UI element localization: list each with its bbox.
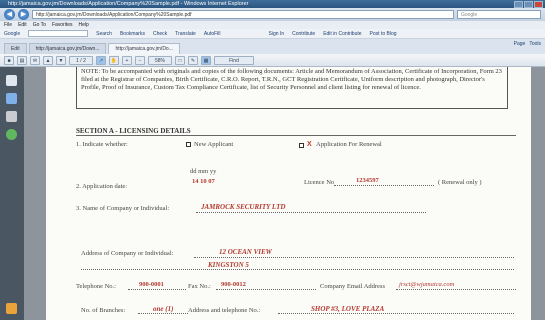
application-date-value[interactable]: 14 10 07 xyxy=(192,178,215,185)
post-to-blog-button[interactable]: Post to Blog xyxy=(370,31,397,37)
tab-bar: Edit http://jamaica.gov.jm/Down... http:… xyxy=(0,39,545,54)
company-name-value[interactable]: JAMROCK SECURITY LTD xyxy=(201,203,285,211)
document-note: NOTE: To be accompanied with originals a… xyxy=(76,67,508,109)
pdf-toolbar: ■ ▤ ✉ ▲ ▼ 1 / 2 ↗ ✋ + − 58% □ ✎ ▦ Find xyxy=(0,54,545,67)
navigation-panel xyxy=(0,67,24,320)
close-button[interactable] xyxy=(534,1,543,8)
new-applicant-checkbox[interactable] xyxy=(186,142,191,147)
google-check-button[interactable]: Check xyxy=(153,31,167,37)
new-applicant-label: New Applicant xyxy=(194,141,234,148)
security-icon[interactable] xyxy=(6,303,17,314)
tools-menu-button[interactable]: Tools xyxy=(529,41,541,47)
address-line1-underline xyxy=(194,257,514,258)
renewal-label: Application For Renewal xyxy=(316,141,382,148)
forward-arrow-icon[interactable]: ▶ xyxy=(18,9,29,20)
email-label: Company Email Address xyxy=(320,283,385,290)
comments-icon[interactable] xyxy=(6,129,17,140)
window-title: http://jamaica.gov.jm/Downloads/Applicat… xyxy=(8,1,249,7)
google-search-button[interactable]: Search xyxy=(96,31,112,37)
application-date-label: 2. Application date: xyxy=(76,183,128,190)
email-icon[interactable]: ✉ xyxy=(30,55,40,65)
page-number-field[interactable]: 1 / 2 xyxy=(69,55,93,65)
address-line1-value[interactable]: 12 OCEAN VIEW xyxy=(219,248,272,256)
address-line2-underline xyxy=(81,269,514,270)
zoom-in-icon[interactable]: + xyxy=(122,55,132,65)
telephone-label: Telephone No.: xyxy=(76,283,116,290)
document-viewer[interactable]: NOTE: To be accompanied with originals a… xyxy=(24,67,545,320)
document-page: NOTE: To be accompanied with originals a… xyxy=(46,67,531,320)
licence-no-value[interactable]: 1234597 xyxy=(356,177,379,184)
indicate-label: 1. Indicate whether: xyxy=(76,141,128,148)
select-tool-icon[interactable]: ↗ xyxy=(96,55,106,65)
menu-edit[interactable]: Edit xyxy=(18,21,27,29)
command-bar: Page Tools xyxy=(514,41,541,47)
minimize-button[interactable] xyxy=(514,1,523,8)
tab-edit[interactable]: Edit xyxy=(4,43,27,54)
edit-in-contribute-button[interactable]: Edit in Contribute xyxy=(323,31,361,37)
bookmarks-icon[interactable] xyxy=(6,93,17,104)
print-icon[interactable]: ▤ xyxy=(17,55,27,65)
licence-no-label: Licence No xyxy=(304,179,335,186)
google-search-input[interactable] xyxy=(28,30,89,37)
save-icon[interactable]: ■ xyxy=(4,55,14,65)
renewal-checkbox[interactable] xyxy=(299,143,304,148)
google-label: Google xyxy=(4,30,21,37)
tab-pdf-1[interactable]: http://jamaica.gov.jm/Down... xyxy=(28,43,107,54)
branch-address-underline xyxy=(278,313,514,314)
company-name-underline xyxy=(196,212,426,213)
url-field[interactable]: http://jamaica.gov.jm/Downloads/Applicat… xyxy=(32,10,454,19)
renewal-check-mark: X xyxy=(307,141,312,148)
contribute-button[interactable]: Contribute xyxy=(292,31,315,37)
window-titlebar: http://jamaica.gov.jm/Downloads/Applicat… xyxy=(0,0,545,8)
highlight-icon[interactable]: ▦ xyxy=(201,55,211,65)
fax-underline xyxy=(216,289,316,290)
sign-icon[interactable]: ✎ xyxy=(188,55,198,65)
branches-underline xyxy=(138,313,188,314)
google-autofill-button[interactable]: AutoFill xyxy=(204,31,221,37)
pages-thumbnail-icon[interactable] xyxy=(6,75,17,86)
telephone-value[interactable]: 900-0001 xyxy=(139,281,164,288)
previous-page-icon[interactable]: ▲ xyxy=(43,55,53,65)
maximize-button[interactable] xyxy=(524,1,533,8)
section-divider xyxy=(76,135,516,136)
zoom-out-icon[interactable]: − xyxy=(135,55,145,65)
menu-help[interactable]: Help xyxy=(79,21,89,29)
google-toolbar: Google Search Bookmarks Check Translate … xyxy=(0,29,545,39)
menu-goto[interactable]: Go To xyxy=(33,21,46,29)
date-format-hint: dd mm yy xyxy=(190,168,217,175)
branch-address-label: Address and telephone No.: xyxy=(188,307,261,314)
section-title: SECTION A - LICENSING DETAILS xyxy=(76,127,191,135)
zoom-level-field[interactable]: 58% xyxy=(148,55,172,65)
next-page-icon[interactable]: ▼ xyxy=(56,55,66,65)
search-input[interactable]: Google xyxy=(457,10,541,19)
page-menu-button[interactable]: Page xyxy=(514,41,526,47)
renewal-only-note: ( Renewal only ) xyxy=(438,179,482,186)
address-label: Address of Company or Individual: xyxy=(81,250,174,257)
email-value[interactable]: jrsct@wjamaica.com xyxy=(399,281,454,288)
back-arrow-icon[interactable]: ◀ xyxy=(4,9,15,20)
branches-value[interactable]: one (1) xyxy=(153,305,173,313)
branches-label: No. of Branches: xyxy=(81,307,126,314)
address-bar: ◀ ▶ http://jamaica.gov.jm/Downloads/Appl… xyxy=(0,8,545,21)
google-bookmarks-button[interactable]: Bookmarks xyxy=(120,31,145,37)
fit-page-icon[interactable]: □ xyxy=(175,55,185,65)
hand-tool-icon[interactable]: ✋ xyxy=(109,55,119,65)
google-signin-link[interactable]: Sign In xyxy=(269,31,285,37)
find-input[interactable]: Find xyxy=(214,55,254,65)
fax-label: Fax No.: xyxy=(188,283,211,290)
licence-no-underline xyxy=(334,185,434,186)
menu-file[interactable]: File xyxy=(4,21,12,29)
address-line2-value[interactable]: KINGSTON 5 xyxy=(208,261,249,269)
company-name-label: 3. Name of Company or Individual: xyxy=(76,205,170,212)
google-translate-button[interactable]: Translate xyxy=(175,31,196,37)
menu-bar: File Edit Go To Favorites Help xyxy=(0,21,545,29)
branch-address-value[interactable]: SHOP #3, LOVE PLAZA xyxy=(311,305,384,313)
attachments-icon[interactable] xyxy=(6,111,17,122)
menu-favorites[interactable]: Favorites xyxy=(52,21,73,29)
tab-pdf-2[interactable]: http://jamaica.gov.jm/Do... xyxy=(108,43,180,54)
fax-value[interactable]: 900-0012 xyxy=(221,281,246,288)
telephone-underline xyxy=(128,289,186,290)
window-controls xyxy=(514,0,543,8)
email-underline xyxy=(396,289,516,290)
